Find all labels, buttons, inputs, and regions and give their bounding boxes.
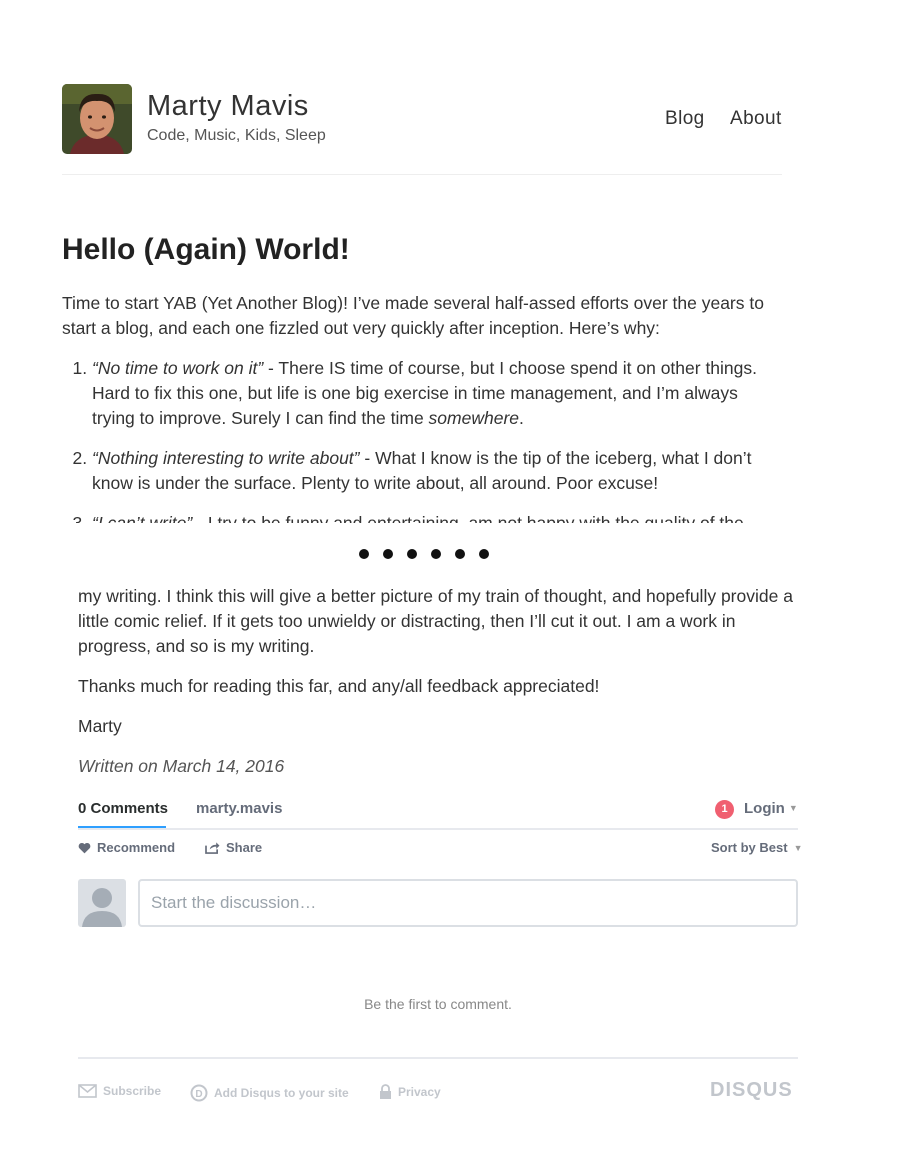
- reason-quote: “I can’t write”: [92, 513, 193, 523]
- disqus-logo[interactable]: DISQUS: [710, 1079, 793, 1102]
- post-continued: my writing. I think this will give a bet…: [78, 584, 798, 794]
- login-dropdown[interactable]: Login ▼: [744, 800, 798, 817]
- reason-quote: “Nothing interesting to write about”: [92, 448, 360, 468]
- tab-community[interactable]: marty.mavis: [196, 800, 282, 817]
- reasons-list: “No time to work on it” - There IS time …: [62, 356, 782, 523]
- envelope-icon: [78, 1084, 97, 1098]
- post-signature: Marty: [78, 716, 122, 736]
- list-item: “I can’t write” - I try to be funny and …: [92, 511, 782, 523]
- user-avatar-placeholder: [78, 879, 126, 927]
- empty-comments-message: Be the first to comment.: [364, 996, 512, 1012]
- comment-input[interactable]: [138, 879, 798, 927]
- site-description: Code, Music, Kids, Sleep: [147, 127, 326, 144]
- subscribe-link[interactable]: Subscribe: [78, 1084, 161, 1098]
- nav-about-link[interactable]: About: [730, 108, 782, 130]
- notification-badge[interactable]: 1: [715, 800, 734, 819]
- list-item: “Nothing interesting to write about” - W…: [92, 446, 782, 496]
- tab-comments[interactable]: 0 Comments: [78, 800, 168, 817]
- privacy-link[interactable]: Privacy: [379, 1084, 441, 1100]
- list-item: “No time to work on it” - There IS time …: [92, 356, 782, 431]
- post-paragraph: my writing. I think this will give a bet…: [78, 586, 793, 656]
- heart-icon: [78, 842, 91, 853]
- post-date: Written on March 14, 2016: [78, 756, 285, 776]
- tabs-divider: [78, 828, 798, 830]
- share-icon: [205, 842, 220, 854]
- nav-blog-link[interactable]: Blog: [665, 108, 705, 130]
- recommend-button[interactable]: Recommend: [78, 840, 175, 855]
- header-divider: [62, 174, 782, 175]
- sort-dropdown[interactable]: Sort by Best ▼: [711, 840, 803, 855]
- footer-divider: [78, 1057, 798, 1059]
- post-thanks: Thanks much for reading this far, and an…: [78, 676, 600, 696]
- svg-text:D: D: [195, 1089, 202, 1100]
- add-disqus-link[interactable]: D Add Disqus to your site: [190, 1084, 349, 1102]
- reason-quote: “No time to work on it”: [92, 358, 264, 378]
- share-button[interactable]: Share: [205, 840, 262, 855]
- disqus-d-icon: D: [190, 1084, 208, 1102]
- truncation-dots: [359, 549, 489, 559]
- caret-down-icon: ▼: [788, 803, 798, 813]
- site-title[interactable]: Marty Mavis: [147, 90, 309, 123]
- post-intro: Time to start YAB (Yet Another Blog)! I’…: [62, 293, 764, 338]
- post-excerpt: Time to start YAB (Yet Another Blog)! I’…: [62, 291, 782, 523]
- author-avatar: [62, 84, 132, 154]
- caret-down-icon: ▼: [793, 842, 803, 853]
- lock-icon: [380, 1084, 391, 1099]
- post-title: Hello (Again) World!: [62, 233, 350, 266]
